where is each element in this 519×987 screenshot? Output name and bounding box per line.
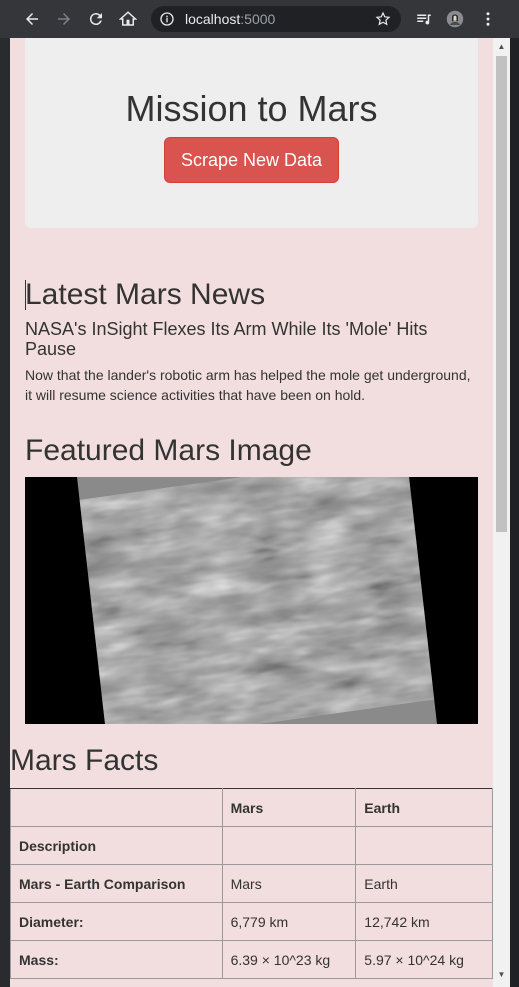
table-row: Description — [10, 826, 493, 865]
back-icon[interactable] — [20, 7, 44, 31]
table-header-row: Mars Earth — [10, 788, 493, 827]
table-cell: Earth — [355, 864, 493, 903]
browser-toolbar: localhost:5000 — [0, 0, 519, 38]
table-header-cell: Earth — [355, 788, 493, 827]
background-window — [0, 38, 10, 987]
mars-facts-table: Mars Earth Description Mars - Earth Comp… — [10, 788, 493, 979]
page-title: Mission to Mars — [125, 88, 378, 129]
avatar[interactable] — [443, 7, 467, 31]
featured-mars-image — [25, 477, 478, 724]
featured-section-title: Featured Mars Image — [25, 434, 312, 467]
more-menu-icon[interactable] — [476, 7, 500, 31]
jumbotron: Mission to Mars Scrape New Data — [25, 38, 478, 228]
home-icon[interactable] — [116, 7, 140, 31]
table-row: Mass: 6.39 × 10^23 kg 5.97 × 10^24 kg — [10, 940, 493, 979]
news-teaser: Now that the lander's robotic arm has he… — [25, 367, 471, 403]
table-cell: 6,779 km — [221, 902, 357, 941]
row-label: Mass: — [10, 940, 223, 979]
address-bar[interactable]: localhost:5000 — [151, 6, 401, 32]
page-viewport: Mission to Mars Scrape New Data Latest M… — [10, 38, 493, 987]
vertical-scrollbar[interactable]: ▲ ▼ — [493, 38, 510, 987]
forward-icon[interactable] — [52, 7, 76, 31]
facts-section-title: Mars Facts — [10, 744, 159, 777]
scroll-up-icon[interactable]: ▲ — [497, 42, 506, 51]
table-cell: 5.97 × 10^24 kg — [355, 940, 493, 979]
scrollbar-thumb[interactable] — [496, 56, 507, 532]
bookmark-star-icon[interactable] — [375, 11, 391, 27]
news-section-title: Latest Mars News — [25, 278, 266, 311]
row-label: Diameter: — [10, 902, 223, 941]
scroll-down-icon[interactable]: ▼ — [497, 970, 506, 979]
table-header-cell: Mars — [221, 788, 357, 827]
scrape-button[interactable]: Scrape New Data — [164, 137, 339, 183]
row-label: Mars - Earth Comparison — [10, 864, 223, 903]
media-queue-icon[interactable] — [412, 7, 436, 31]
table-cell — [355, 826, 493, 865]
table-row: Diameter: 6,779 km 12,742 km — [10, 902, 493, 941]
url-text: localhost:5000 — [185, 11, 275, 27]
reload-icon[interactable] — [84, 7, 108, 31]
row-label: Description — [10, 826, 223, 865]
news-headline: NASA's InSight Flexes Its Arm While Its … — [25, 319, 428, 359]
info-icon[interactable] — [159, 11, 175, 27]
background-window-right — [510, 38, 519, 987]
url-host: localhost — [185, 11, 241, 27]
table-cell — [221, 826, 357, 865]
table-cell: Mars — [221, 864, 357, 903]
table-cell: 12,742 km — [355, 902, 493, 941]
table-cell: 6.39 × 10^23 kg — [221, 940, 357, 979]
table-header-cell — [10, 788, 223, 827]
url-port: :5000 — [240, 11, 276, 27]
table-row: Mars - Earth Comparison Mars Earth — [10, 864, 493, 903]
